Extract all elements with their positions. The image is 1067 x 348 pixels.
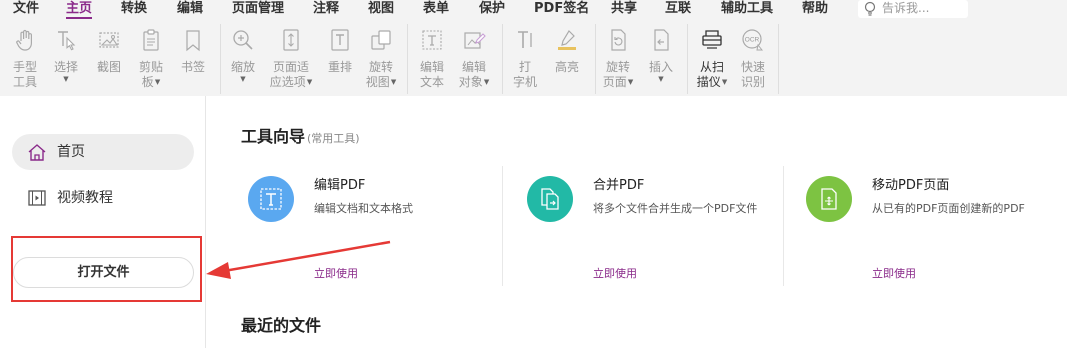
tool-card-edit-pdf[interactable]: 编辑PDF 编辑文档和文本格式 立即使用 <box>240 162 520 287</box>
rotate-view-tool-button[interactable]: 旋转 视图▼ <box>363 22 399 96</box>
reflow-icon <box>331 29 349 51</box>
rotate-page-icon <box>611 29 626 51</box>
sidebar-item-label: 视频教程 <box>57 190 113 206</box>
highlight-tool-label: 高亮 <box>554 60 579 74</box>
edit-text-tool-button[interactable]: 编辑 文本 <box>414 22 450 96</box>
tell-me-placeholder: 告诉我... <box>882 1 930 15</box>
menu-file[interactable]: 文件 <box>13 0 39 20</box>
card-title: 合并PDF <box>593 178 645 193</box>
typewriter-icon <box>518 31 532 48</box>
use-now-link[interactable]: 立即使用 <box>872 265 916 281</box>
home-icon <box>28 144 46 161</box>
edit-object-tool-label: 编辑 对象▼ <box>458 60 490 89</box>
tool-guide-title: 工具向导 (常用工具) <box>241 123 360 147</box>
edit-text-icon <box>422 30 442 50</box>
fit-page-tool-label: 页面适 应选项▼ <box>269 60 313 89</box>
typewriter-tool-button[interactable]: 打 字机 <box>507 22 543 96</box>
card-description: 从已有的PDF页面创建新的PDF <box>872 202 1025 215</box>
zoom-tool-button[interactable]: 缩放 ▼ <box>225 22 261 96</box>
menu-pdf-sign[interactable]: PDF签名 <box>534 0 589 20</box>
hand-tool-button[interactable]: 手型 工具 <box>7 22 43 96</box>
fit-page-tool-button[interactable]: 页面适 应选项▼ <box>270 22 312 96</box>
rotate-view-tool-label: 旋转 视图▼ <box>365 60 397 89</box>
tool-card-move-pages[interactable]: 移动PDF页面 从已有的PDF页面创建新的PDF 立即使用 <box>798 162 1067 287</box>
highlight-tool-button[interactable]: 高亮 <box>549 22 585 96</box>
card-title: 编辑PDF <box>314 178 366 193</box>
menu-page-management[interactable]: 页面管理 <box>232 0 284 20</box>
lightbulb-icon <box>864 1 876 16</box>
menu-convert[interactable]: 转换 <box>121 0 147 20</box>
card-description: 编辑文档和文本格式 <box>314 202 413 215</box>
menu-view[interactable]: 视图 <box>368 0 394 20</box>
menu-help[interactable]: 帮助 <box>802 0 828 20</box>
screenshot-tool-button[interactable]: 截图 <box>91 22 127 96</box>
ribbon-separator <box>220 24 221 94</box>
zoom-icon <box>233 30 253 50</box>
card-title: 移动PDF页面 <box>872 178 950 193</box>
scanner-icon <box>702 30 722 49</box>
ocr-tool-label: 快速 识别 <box>740 60 765 89</box>
open-file-button[interactable]: 打开文件 <box>13 257 194 288</box>
menu-home[interactable]: 主页 <box>66 0 93 20</box>
select-tool-button[interactable]: 选择 ▼ <box>48 22 84 96</box>
select-icon <box>58 31 76 51</box>
use-now-link[interactable]: 立即使用 <box>593 265 637 281</box>
screenshot-icon <box>99 32 119 48</box>
hand-icon <box>16 29 32 51</box>
edit-object-icon <box>464 32 486 49</box>
fit-page-icon <box>283 29 299 51</box>
bookmark-tool-label: 书签 <box>180 60 205 74</box>
card-divider <box>783 166 784 286</box>
card-divider <box>502 166 503 286</box>
sidebar-item-home[interactable]: 首页 <box>12 134 194 170</box>
menu-comment[interactable]: 注释 <box>313 0 339 20</box>
menu-accessibility[interactable]: 辅助工具 <box>721 0 773 20</box>
ribbon-separator <box>778 24 779 94</box>
insert-icon <box>654 29 669 51</box>
rotate-view-icon <box>371 30 391 50</box>
sidebar: 首页 视频教程 打开文件 <box>0 96 206 348</box>
bookmark-tool-button[interactable]: 书签 <box>175 22 211 96</box>
use-now-link[interactable]: 立即使用 <box>314 265 358 281</box>
move-pages-icon <box>806 176 852 222</box>
menu-bar: 文件 主页 转换 编辑 页面管理 注释 视图 表单 保护 PDF签名 共享 互联… <box>0 0 1067 22</box>
tool-guide-heading: 工具向导 <box>241 127 306 146</box>
menu-edit[interactable]: 编辑 <box>177 0 203 20</box>
svg-text:OCR: OCR <box>745 37 760 44</box>
sidebar-item-video-tutorials[interactable]: 视频教程 <box>12 180 194 216</box>
insert-tool-button[interactable]: 插入 ▼ <box>643 22 679 96</box>
menu-connect[interactable]: 互联 <box>665 0 691 20</box>
ocr-icon: OCR <box>742 29 764 51</box>
video-icon <box>28 190 46 206</box>
edit-object-tool-button[interactable]: 编辑 对象▼ <box>456 22 492 96</box>
tool-guide-subtitle: (常用工具) <box>307 132 360 145</box>
menu-form[interactable]: 表单 <box>423 0 449 20</box>
insert-tool-label: 插入 ▼ <box>648 60 673 83</box>
tool-card-merge-pdf[interactable]: 合并PDF 将多个文件合并生成一个PDF文件 立即使用 <box>519 162 799 287</box>
recent-files-title: 最近的文件 <box>241 316 322 335</box>
sidebar-item-label: 首页 <box>57 144 85 160</box>
bookmark-icon <box>186 30 200 52</box>
ocr-tool-button[interactable]: OCR 快速 识别 <box>735 22 771 96</box>
merge-pdf-icon <box>527 176 573 222</box>
highlight-icon <box>558 30 576 50</box>
edit-pdf-icon <box>248 176 294 222</box>
main-content: 工具向导 (常用工具) 编辑PDF 编辑文档和文本格式 立即使用 合并PDF 将多… <box>207 96 1067 348</box>
menu-protect[interactable]: 保护 <box>479 0 505 20</box>
tell-me-search[interactable]: 告诉我... <box>858 0 968 18</box>
menu-share[interactable]: 共享 <box>611 0 637 20</box>
ribbon-toolbar: 手型 工具 选择 ▼ 截图 剪贴 板▼ 书签 缩放 ▼ 页面适 应选项▼ 重排 … <box>0 22 1067 96</box>
card-description: 将多个文件合并生成一个PDF文件 <box>593 202 758 215</box>
clipboard-tool-button[interactable]: 剪贴 板▼ <box>133 22 169 96</box>
clipboard-icon <box>143 29 159 51</box>
rotate-page-tool-button[interactable]: 旋转 页面▼ <box>600 22 636 96</box>
